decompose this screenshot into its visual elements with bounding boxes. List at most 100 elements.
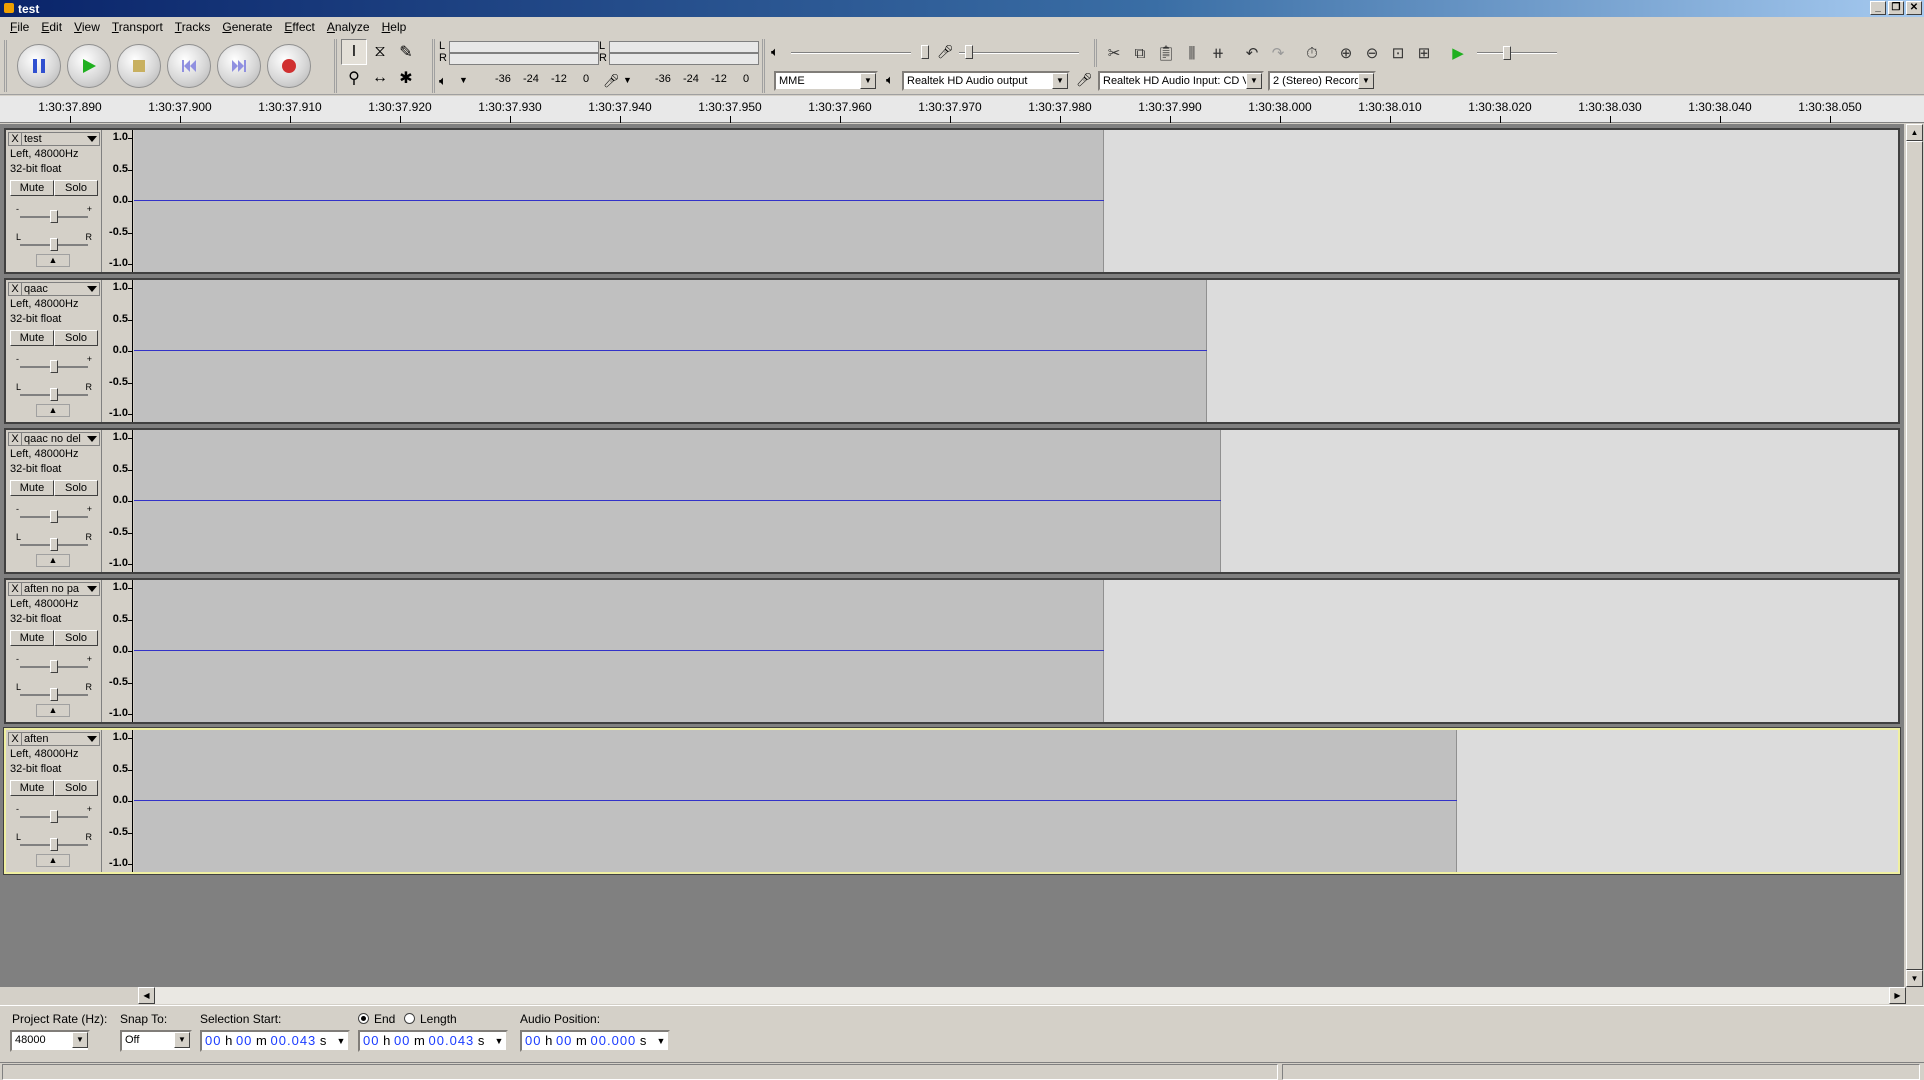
selection-end-field[interactable]: 00 h 00 m 00.043 s ▼ — [358, 1030, 508, 1052]
selection-start-field[interactable]: 00 h 00 m 00.043 s ▼ — [200, 1030, 350, 1052]
audio-clip[interactable] — [134, 730, 1457, 872]
audio-track[interactable]: X test Left, 48000Hz 32-bit float Mute S… — [4, 128, 1900, 274]
audio-track[interactable]: X qaac Left, 48000Hz 32-bit float Mute S… — [4, 278, 1900, 424]
track-vertical-ruler[interactable]: 1.0 0.5 0.0 -0.5 -1.0 — [103, 580, 133, 722]
menu-transport[interactable]: Transport — [106, 18, 169, 36]
envelope-tool-icon[interactable]: ⧖ — [367, 39, 393, 65]
gain-slider[interactable]: - + — [16, 204, 92, 226]
solo-button[interactable]: Solo — [54, 330, 98, 346]
pan-slider-thumb[interactable] — [50, 838, 58, 851]
pan-slider[interactable]: L R — [16, 382, 92, 404]
play-button[interactable] — [67, 44, 111, 88]
gain-slider[interactable]: - + — [16, 504, 92, 526]
track-name-menu[interactable]: qaac no del — [22, 432, 100, 446]
selection-tool-icon[interactable]: I — [341, 39, 367, 65]
gain-slider[interactable]: - + — [16, 354, 92, 376]
copy-icon[interactable]: ⧉ — [1129, 42, 1151, 64]
undo-icon[interactable]: ↶ — [1241, 42, 1263, 64]
restore-button[interactable]: ❐ — [1888, 1, 1904, 15]
timeline-ruler[interactable]: 1:30:37.890 1:30:37.900 1:30:37.910 1:30:37… — [0, 96, 1924, 123]
track-control-panel[interactable]: X aften Left, 48000Hz 32-bit float Mute … — [6, 730, 102, 872]
zoom-tool-icon[interactable]: ⚲ — [341, 65, 367, 91]
audio-clip[interactable] — [134, 130, 1104, 272]
solo-button[interactable]: Solo — [54, 780, 98, 796]
track-vertical-ruler[interactable]: 1.0 0.5 0.0 -0.5 -1.0 — [103, 430, 133, 572]
mute-button[interactable]: Mute — [10, 480, 54, 496]
audio-clip[interactable] — [134, 430, 1221, 572]
menu-edit[interactable]: Edit — [35, 18, 68, 36]
menu-view[interactable]: View — [68, 18, 106, 36]
stop-button[interactable] — [117, 44, 161, 88]
chevron-down-icon[interactable]: ▼ — [654, 1032, 668, 1050]
record-button[interactable] — [267, 44, 311, 88]
pan-slider-thumb[interactable] — [50, 688, 58, 701]
track-control-panel[interactable]: X qaac no del Left, 48000Hz 32-bit float… — [6, 430, 102, 572]
sync-lock-icon[interactable]: ⏱ — [1301, 42, 1323, 64]
output-device-select[interactable]: Realtek HD Audio output ▼ — [902, 71, 1070, 91]
snap-to-select[interactable]: Off ▼ — [120, 1030, 192, 1052]
pan-slider[interactable]: L R — [16, 832, 92, 854]
play-at-speed-icon[interactable]: ▶ — [1447, 42, 1469, 64]
menu-analyze[interactable]: Analyze — [321, 18, 376, 36]
menu-effect[interactable]: Effect — [278, 18, 320, 36]
input-channels-select[interactable]: 2 (Stereo) Record ▼ — [1268, 71, 1376, 91]
redo-icon[interactable]: ↷ — [1267, 42, 1289, 64]
skip-end-button[interactable] — [217, 44, 261, 88]
scroll-left-icon[interactable]: ◀ — [138, 987, 155, 1004]
audio-track[interactable]: X aften Left, 48000Hz 32-bit float Mute … — [3, 727, 1901, 875]
menu-generate[interactable]: Generate — [216, 18, 278, 36]
chevron-down-icon[interactable]: ▼ — [334, 1032, 348, 1050]
collapse-track-icon[interactable]: ▲ — [36, 554, 70, 567]
skip-start-button[interactable] — [167, 44, 211, 88]
length-radio[interactable] — [404, 1013, 415, 1024]
playback-meter-dropdown[interactable]: ▼ — [459, 75, 468, 85]
pan-slider[interactable]: L R — [16, 232, 92, 254]
audio-track[interactable]: X qaac no del Left, 48000Hz 32-bit float… — [4, 428, 1900, 574]
track-close-button[interactable]: X — [8, 282, 22, 296]
playback-meter-right[interactable] — [449, 53, 599, 65]
track-vertical-ruler[interactable]: 1.0 0.5 0.0 -0.5 -1.0 — [103, 730, 133, 872]
gain-slider-thumb[interactable] — [50, 210, 58, 223]
pan-slider[interactable]: L R — [16, 532, 92, 554]
audio-track[interactable]: X aften no pa Left, 48000Hz 32-bit float… — [4, 578, 1900, 724]
pause-button[interactable] — [17, 44, 61, 88]
gain-slider-thumb[interactable] — [50, 660, 58, 673]
track-close-button[interactable]: X — [8, 582, 22, 596]
zoom-out-icon[interactable]: ⊖ — [1361, 42, 1383, 64]
input-volume-slider[interactable] — [959, 52, 1079, 54]
track-close-button[interactable]: X — [8, 132, 22, 146]
track-waveform-area[interactable] — [134, 430, 1898, 572]
record-meter-left[interactable] — [609, 41, 759, 53]
gain-slider-thumb[interactable] — [50, 510, 58, 523]
track-name-menu[interactable]: aften — [22, 732, 100, 746]
zoom-in-icon[interactable]: ⊕ — [1335, 42, 1357, 64]
track-name-menu[interactable]: qaac — [22, 282, 100, 296]
fit-project-icon[interactable]: ⊞ — [1413, 42, 1435, 64]
track-name-menu[interactable]: test — [22, 132, 100, 146]
close-button[interactable]: ✕ — [1906, 1, 1922, 15]
collapse-track-icon[interactable]: ▲ — [36, 854, 70, 867]
gain-slider-thumb[interactable] — [50, 810, 58, 823]
track-close-button[interactable]: X — [8, 432, 22, 446]
output-volume-slider[interactable] — [791, 52, 911, 54]
record-meter-right[interactable] — [609, 53, 759, 65]
track-vertical-ruler[interactable]: 1.0 0.5 0.0 -0.5 -1.0 — [103, 130, 133, 272]
track-name-menu[interactable]: aften no pa — [22, 582, 100, 596]
collapse-track-icon[interactable]: ▲ — [36, 254, 70, 267]
collapse-track-icon[interactable]: ▲ — [36, 704, 70, 717]
playback-meter-left[interactable] — [449, 41, 599, 53]
project-rate-select[interactable]: 48000 ▼ — [10, 1030, 90, 1052]
pan-slider-thumb[interactable] — [50, 388, 58, 401]
timeshift-tool-icon[interactable]: ↔ — [367, 65, 393, 91]
solo-button[interactable]: Solo — [54, 480, 98, 496]
solo-button[interactable]: Solo — [54, 180, 98, 196]
gain-slider-thumb[interactable] — [50, 360, 58, 373]
vertical-scrollbar[interactable]: ▲ ▼ — [1906, 124, 1923, 987]
scroll-down-icon[interactable]: ▼ — [1906, 970, 1923, 987]
track-close-button[interactable]: X — [8, 732, 22, 746]
silence-icon[interactable]: ⧺ — [1207, 42, 1229, 64]
paste-icon[interactable]: 📋︎ — [1155, 42, 1177, 64]
track-waveform-area[interactable] — [134, 730, 1898, 872]
mute-button[interactable]: Mute — [10, 630, 54, 646]
end-radio[interactable] — [358, 1013, 369, 1024]
